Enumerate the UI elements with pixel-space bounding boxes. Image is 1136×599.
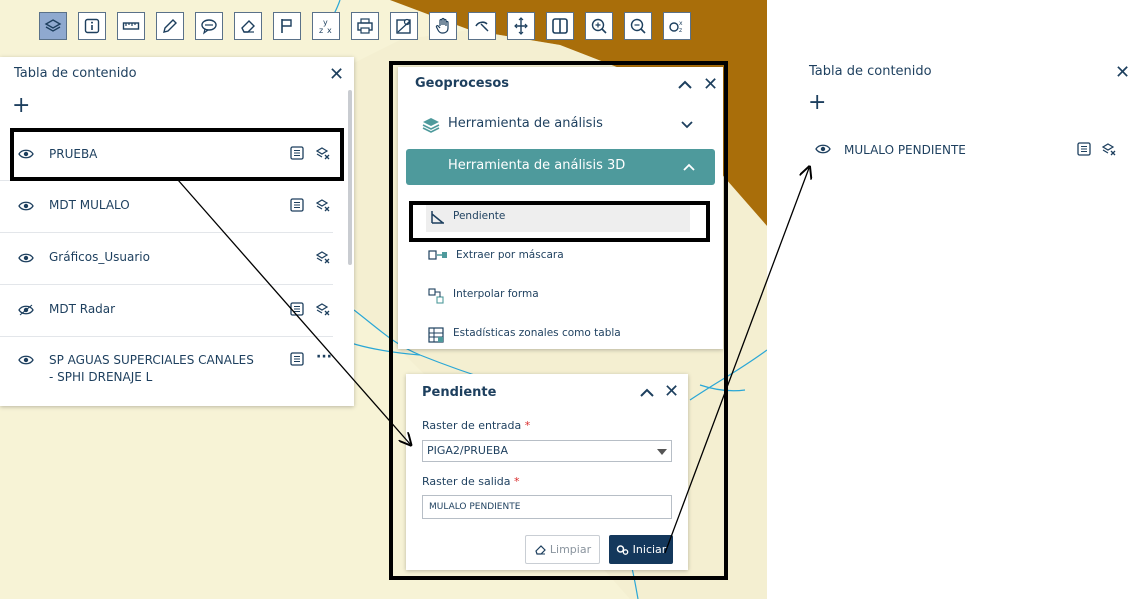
xyz-tool-button[interactable]: xz (663, 12, 691, 40)
toc-result-title: Tabla de contenido (809, 64, 932, 79)
print-tool-button[interactable] (351, 12, 379, 40)
eye-icon[interactable] (18, 252, 34, 264)
comment-icon (201, 19, 217, 35)
ruler-icon (122, 22, 140, 30)
toc-result-close-button[interactable]: ✕ (1115, 64, 1130, 82)
highlight-box-geoprocesos (389, 61, 728, 580)
toc-scrollbar[interactable] (348, 90, 352, 265)
measure-tool-button[interactable] (117, 12, 145, 40)
attribute-table-icon[interactable] (290, 302, 304, 316)
coordinates-tool-button[interactable]: zxy (312, 12, 340, 40)
svg-text:x: x (327, 26, 332, 35)
layers-remove-icon[interactable] (316, 302, 330, 316)
eye-icon[interactable] (18, 200, 34, 212)
layer-name: MDT Radar (49, 302, 116, 316)
attribute-table-icon[interactable] (290, 352, 304, 366)
layers-tool-button[interactable] (39, 12, 67, 40)
layer-row-mulalo-pendiente[interactable]: MULALO PENDIENTE (800, 135, 1130, 165)
split-view-tool-button[interactable] (546, 12, 574, 40)
eraser-icon (241, 20, 255, 33)
layer-name-line2: - SPHI DRENAJE L (49, 370, 153, 384)
eye-icon[interactable] (18, 354, 34, 366)
move-tool-button[interactable] (507, 12, 535, 40)
layer-row-sp-aguas[interactable]: SP AGUAS SUPERCIALES CANALES - SPHI DREN… (0, 336, 333, 396)
toc-result-add-layer-button[interactable]: + (808, 92, 826, 114)
more-icon[interactable]: ··· (316, 349, 332, 365)
toc-title: Tabla de contenido (14, 66, 137, 81)
map-pin-icon (396, 18, 411, 34)
comment-tool-button[interactable] (195, 12, 223, 40)
layer-row-mdt-radar[interactable]: MDT Radar (0, 284, 333, 337)
satellite-icon (475, 21, 489, 32)
move-icon (514, 17, 528, 35)
erase-tool-button[interactable] (234, 12, 262, 40)
zoom-out-tool-button[interactable] (624, 12, 652, 40)
attribute-table-icon[interactable] (290, 198, 304, 212)
eye-icon[interactable] (815, 143, 831, 155)
hand-pan-icon (435, 17, 449, 34)
info-tool-button[interactable] (78, 12, 106, 40)
layers-remove-icon[interactable] (1102, 142, 1116, 156)
svg-text:z: z (679, 27, 682, 34)
zoom-in-tool-button[interactable] (585, 12, 613, 40)
svg-text:y: y (323, 18, 328, 27)
flag-tool-button[interactable] (273, 12, 301, 40)
split-view-icon (552, 18, 568, 34)
satellite-tool-button[interactable] (468, 12, 496, 40)
layer-name: MDT MULALO (49, 198, 130, 212)
layer-name: MULALO PENDIENTE (844, 143, 966, 157)
xyz-icon: xz (669, 20, 683, 34)
coordinates-icon: z xy (319, 18, 332, 35)
pencil-icon (163, 19, 177, 33)
print-icon (357, 18, 373, 34)
zoom-in-icon (591, 18, 607, 34)
layer-row-mdt-mulalo[interactable]: MDT MULALO (0, 180, 333, 233)
info-icon (84, 18, 100, 34)
flag-icon (281, 19, 292, 33)
layer-name: SP AGUAS SUPERCIALES CANALES (49, 353, 254, 367)
map-pin-tool-button[interactable] (390, 12, 418, 40)
svg-text:x: x (679, 20, 683, 27)
attribute-table-icon[interactable] (1077, 142, 1091, 156)
layer-name: Gráficos_Usuario (49, 250, 150, 264)
eye-off-icon[interactable] (18, 304, 34, 316)
layers-icon (44, 19, 62, 32)
highlight-box-prueba (10, 128, 344, 181)
layers-remove-icon[interactable] (316, 198, 330, 212)
layers-remove-icon[interactable] (316, 250, 330, 264)
toc-close-button[interactable]: ✕ (329, 66, 344, 84)
draw-tool-button[interactable] (156, 12, 184, 40)
table-of-contents-panel: Tabla de contenido ✕ + PRUEBA MDT MULALO… (0, 57, 354, 406)
zoom-out-icon (630, 18, 646, 34)
svg-text:z: z (319, 26, 323, 35)
toc-add-layer-button[interactable]: + (12, 95, 30, 117)
pan-tool-button[interactable] (429, 12, 457, 40)
layer-row-graficos-usuario[interactable]: Gráficos_Usuario (0, 232, 333, 285)
